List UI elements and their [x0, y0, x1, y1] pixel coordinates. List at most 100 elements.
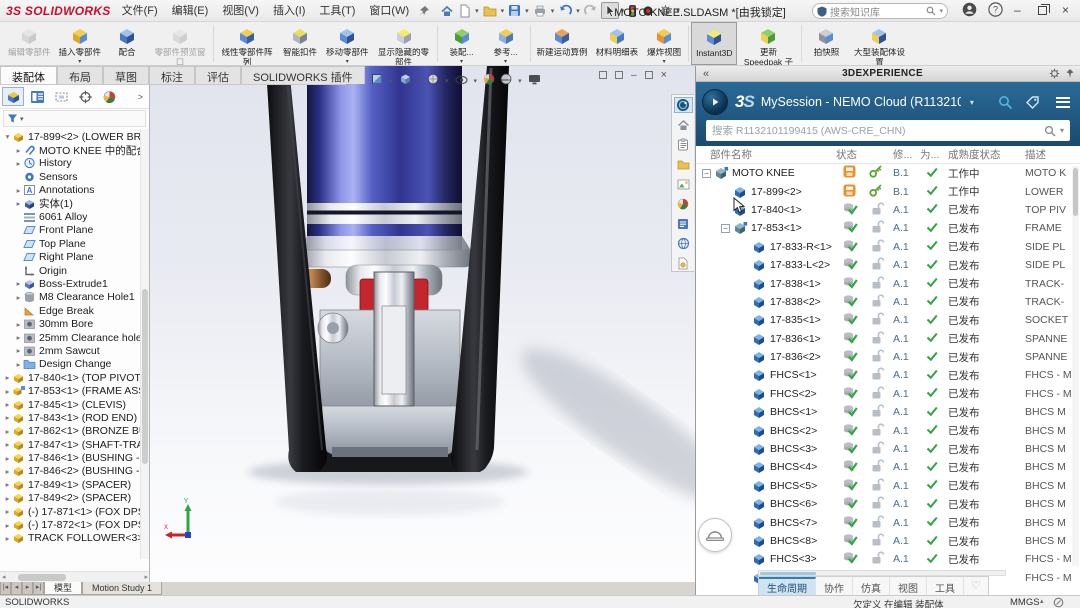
close-button[interactable]: × [1062, 2, 1069, 18]
tree-expand-icon[interactable]: ▸ [3, 534, 12, 543]
dropdown-arrow-icon[interactable]: ▾ [504, 58, 507, 65]
tree-expand-icon[interactable]: ▸ [3, 494, 12, 503]
panel-collapse-icon[interactable]: « [696, 68, 716, 80]
menu-item[interactable]: 文件(F) [115, 5, 165, 17]
help-button[interactable]: ? [988, 2, 1003, 17]
part-row[interactable]: −MOTO KNEEB.1工作中MOTO K [696, 164, 1080, 182]
hud-dropdown-icon[interactable]: ▾ [474, 77, 478, 85]
minimize-button[interactable]: – [1014, 2, 1021, 18]
tree-horizontal-scrollbar[interactable]: ◂▸ [0, 571, 150, 582]
dropdown-arrow-icon[interactable]: ▾ [78, 58, 81, 65]
tree-vertical-scrollbar[interactable] [140, 129, 149, 559]
menu-item[interactable]: 视图(V) [215, 5, 266, 17]
save-button[interactable] [506, 3, 523, 18]
ribbon-large-assembly-settings[interactable]: 大型装配体设置 [848, 22, 910, 65]
part-row[interactable]: 17-899<2>B.1工作中LOWER [696, 182, 1080, 200]
tree-item[interactable]: ▸17-845<1> (CLEVIS) [0, 398, 149, 411]
property-manager-tab[interactable] [26, 87, 48, 106]
view-orientation-icon[interactable] [399, 72, 412, 90]
tree-item[interactable]: ▸17-853<1> (FRAME ASSEM [0, 384, 149, 397]
panel-tab-5[interactable]: 工具 [927, 577, 964, 595]
doc-restore-icon[interactable] [645, 71, 653, 79]
panel-menu-icon[interactable] [1056, 97, 1070, 108]
tree-item[interactable]: Right Plane [0, 251, 149, 264]
tree-item[interactable]: ▸M8 Clearance Hole1 [0, 291, 149, 304]
ribbon-update-speedpak[interactable]: 更新 Speedpak 子装配体 [737, 22, 799, 65]
3dexperience-pane-icon[interactable] [674, 97, 693, 113]
table-vertical-scrollbar[interactable] [1072, 166, 1079, 566]
tree-item[interactable]: Edge Break [0, 304, 149, 317]
column-header-3[interactable]: 修... [893, 147, 920, 162]
hud-dropdown-icon[interactable]: ▾ [389, 77, 393, 85]
document-settings-icon[interactable] [674, 255, 693, 271]
tree-item[interactable]: Sensors [0, 170, 149, 183]
ribbon-smart-fasteners[interactable]: 智能扣件 [278, 22, 322, 65]
red-clamp-right[interactable] [413, 279, 428, 312]
part-row[interactable]: FHCS<2>A.1已发布FHCS - M [696, 385, 1080, 403]
tree-item[interactable]: ▸实体(1) [0, 197, 149, 210]
tree-item[interactable]: ▸17-847<1> (SHAFT-TRACK) [0, 438, 149, 451]
hud-dropdown-icon[interactable]: ▾ [418, 77, 422, 85]
hide-show-items-icon[interactable] [455, 72, 468, 90]
solidworks-forum-icon[interactable] [674, 236, 693, 252]
filter-dropdown-icon[interactable]: ▾ [20, 115, 24, 123]
ribbon-linear-component-pattern[interactable]: 线性零部件阵列▾ [216, 22, 278, 65]
panel-settings-gear-icon[interactable] [1049, 68, 1060, 79]
tree-item[interactable]: ▸TRACK FOLLOWER<3> (YOI [0, 532, 149, 545]
display-manager-tab[interactable] [98, 87, 120, 106]
3dexperience-compass-icon[interactable] [702, 89, 728, 115]
command-tab-4[interactable]: 标注 [149, 66, 195, 84]
panel-tab-3[interactable]: 仿真 [853, 577, 890, 595]
tag-icon[interactable] [1025, 95, 1040, 110]
part-row[interactable]: 17-838<2>A.1已发布TRACK- [696, 293, 1080, 311]
tree-expand-icon[interactable]: ▸ [14, 279, 23, 288]
command-tab-2[interactable]: 布局 [57, 66, 103, 84]
knowledge-base-search[interactable]: 搜索知识库 ▾ [812, 3, 948, 19]
tree-expand-icon[interactable]: ▸ [3, 480, 12, 489]
tab-scroll-right-icon[interactable]: ▸ [22, 582, 33, 595]
shock-body-cylinder[interactable] [307, 66, 462, 252]
part-row[interactable]: BHCS<1>A.1已发布BHCS M [696, 403, 1080, 421]
tree-expand-icon[interactable]: ▸ [14, 346, 23, 355]
part-row[interactable]: BHCS<2>A.1已发布BHCS M [696, 421, 1080, 439]
part-row[interactable]: 17-836<2>A.1已发布SPANNE [696, 348, 1080, 366]
tree-expand-icon[interactable]: ▸ [3, 467, 12, 476]
ribbon-new-motion-study[interactable]: 新建运动算例 [533, 22, 592, 65]
pin-icon[interactable] [416, 4, 432, 18]
command-tab-6[interactable]: SOLIDWORKS 插件 [241, 66, 365, 84]
tree-expand-icon[interactable]: ▸ [14, 159, 23, 168]
part-row[interactable]: 17-836<1>A.1已发布SPANNE [696, 330, 1080, 348]
command-tab-5[interactable]: 评估 [195, 66, 241, 84]
dropdown-arrow-icon[interactable]: ▾ [246, 58, 249, 65]
panel-tab-1[interactable]: 生命周期 [759, 577, 816, 595]
ribbon-assembly-features[interactable]: 装配...▾ [440, 22, 484, 65]
part-row[interactable]: 17-833-L<2>A.1已发布SIDE PL [696, 256, 1080, 274]
dropdown-arrow-icon[interactable]: ▾ [663, 58, 666, 65]
tree-item[interactable]: ▸17-840<1> (TOP PIVOT MO [0, 371, 149, 384]
ribbon-insert-component[interactable]: 插入零部件▾ [55, 22, 106, 65]
tree-expand-icon[interactable]: ▸ [14, 199, 23, 208]
shock-assembly-model[interactable] [150, 66, 695, 582]
open-button[interactable] [481, 4, 499, 18]
view-palette-icon[interactable] [674, 176, 693, 192]
status-tag-icon[interactable] [1053, 597, 1064, 608]
row-expander-icon[interactable]: − [721, 224, 730, 233]
panel-search-field[interactable]: 搜索 R1132101199415 (AWS-CRE_CHN) ▾ [706, 120, 1070, 141]
column-header-6[interactable]: 描述 [1025, 147, 1080, 162]
doc-tab-1[interactable]: 模型 [44, 582, 82, 595]
more-tabs-arrow-icon[interactable]: > [138, 92, 147, 102]
tree-expand-icon[interactable]: ▸ [14, 146, 23, 155]
part-row[interactable]: 17-838<1>A.1已发布TRACK- [696, 274, 1080, 292]
panel-tab-2[interactable]: 协作 [816, 577, 853, 595]
restore-button[interactable] [1038, 6, 1047, 15]
ribbon-instant3d[interactable]: Instant3D [691, 22, 737, 65]
hud-dropdown-icon[interactable]: ▾ [445, 77, 449, 85]
part-row[interactable]: BHCS<8>A.1已发布BHCS M [696, 532, 1080, 550]
menu-item[interactable]: 工具(T) [312, 5, 362, 17]
session-label[interactable]: MySession - NEMO Cloud (R1132101... [761, 95, 961, 109]
tab-scroll-last-icon[interactable]: ▸| [33, 582, 44, 595]
tree-filter-row[interactable]: ▾ [3, 110, 146, 127]
menu-item[interactable]: 插入(I) [266, 5, 312, 17]
tree-item[interactable]: ▸17-846<2> (BUSHING - CLE [0, 465, 149, 478]
new-dropdown-icon[interactable]: ▾ [475, 7, 479, 15]
